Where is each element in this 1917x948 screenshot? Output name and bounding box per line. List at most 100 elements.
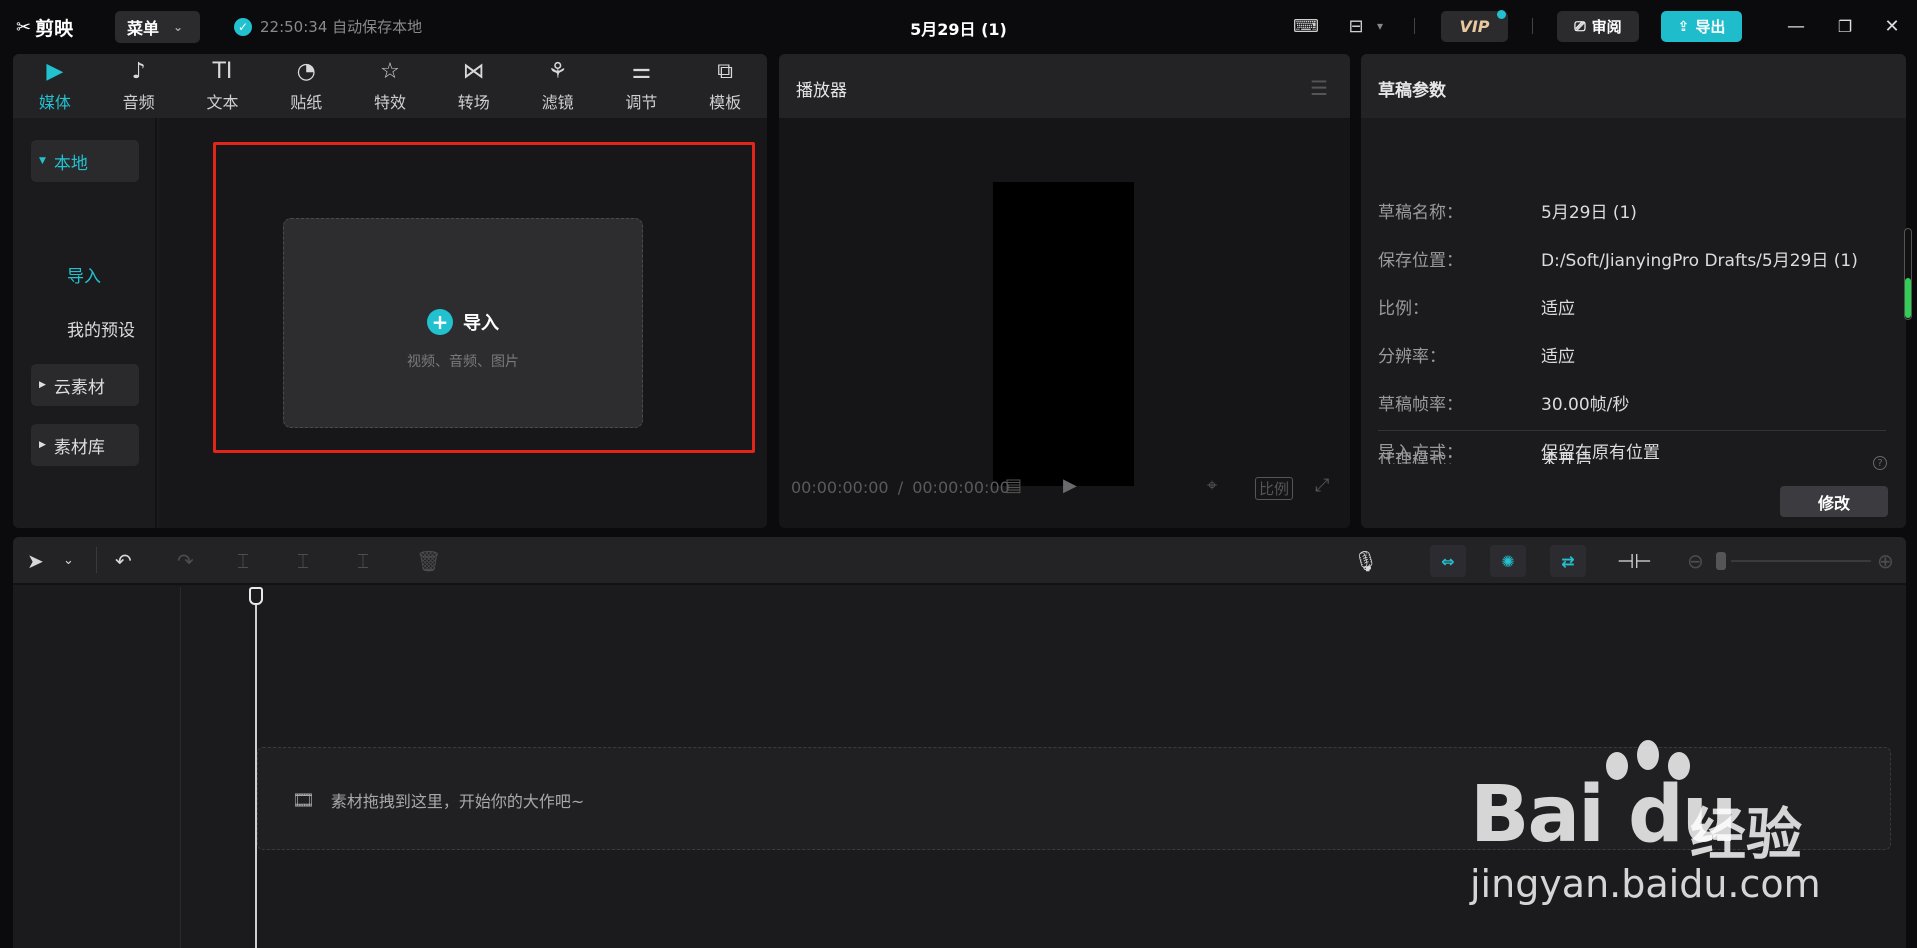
restore-icon[interactable]: ❐ xyxy=(1833,14,1857,38)
transition-icon: ⋈ xyxy=(462,59,485,84)
caret-down-icon: ▼ xyxy=(39,156,46,166)
zoom-out-icon[interactable]: ⊖ xyxy=(1687,549,1704,573)
title-bar: ✂ 剪映 菜单 ⌄ ✓ 22:50:34 自动保存本地 5月29日 (1) ⌨ … xyxy=(0,0,1917,52)
tab-media[interactable]: ▶ 媒体 xyxy=(13,54,97,118)
tool-tabs: ▶ 媒体 ♪ 音频 TI 文本 ◔ 贴纸 ☆ 特效 ⋈ 转场 ⚘ 滤镜 ⚌ 调节 ⧉ 模板 xyxy=(13,54,767,118)
auto-snap-icon[interactable]: ⇔ xyxy=(1430,545,1466,577)
sidebar-label-cloud: 云素材 xyxy=(53,377,105,398)
split-left-icon[interactable]: ⌶ xyxy=(297,549,309,573)
tab-template[interactable]: ⧉ 模板 xyxy=(683,54,767,118)
review-button[interactable]: ⎚ 审阅 xyxy=(1557,11,1639,42)
dropzone-hint: 🎞 素材拖拽到这里，开始你的大作吧~ xyxy=(292,788,584,812)
play-icon[interactable]: ▶ xyxy=(1063,475,1077,496)
import-subtitle: 视频、音频、图片 xyxy=(407,354,519,370)
keyboard-shortcuts-icon[interactable]: ⌨ xyxy=(1293,14,1319,38)
video-preview xyxy=(993,182,1134,486)
tab-label: 滤镜 xyxy=(541,93,574,112)
help-icon[interactable]: ? xyxy=(1873,456,1887,470)
split-right-icon[interactable]: ⌶ xyxy=(357,549,369,573)
param-value: 适应 xyxy=(1541,347,1575,367)
divider xyxy=(1378,430,1886,431)
param-label: 草稿帧率： xyxy=(1378,395,1463,415)
tab-sticker[interactable]: ◔ 贴纸 xyxy=(264,54,348,118)
playhead-handle[interactable] xyxy=(249,587,263,605)
linkage-icon[interactable]: ✺ xyxy=(1490,545,1526,577)
sidebar-item-import[interactable]: 导入 xyxy=(67,262,101,287)
current-time: 00:00:00:00 xyxy=(791,478,889,497)
watermark-url: jingyan.baidu.com xyxy=(1470,862,1821,906)
sidebar-item-library[interactable]: ▶ 素材库 xyxy=(31,424,139,466)
delete-icon[interactable]: 🗑 xyxy=(416,549,441,573)
export-button[interactable]: ⇪ 导出 xyxy=(1661,11,1742,42)
param-row: 分辨率： 适应 xyxy=(1378,342,1575,367)
layout-icon[interactable]: ⊟ xyxy=(1343,14,1369,38)
total-time: 00:00:00:00 xyxy=(912,478,1010,497)
tab-transition[interactable]: ⋈ 转场 xyxy=(432,54,516,118)
hamburger-menu-icon[interactable]: ☰ xyxy=(1310,76,1328,100)
film-icon: 🎞 xyxy=(292,789,315,811)
template-icon: ⧉ xyxy=(717,59,733,84)
tab-text[interactable]: TI 文本 xyxy=(181,54,265,118)
caret-right-icon: ▶ xyxy=(39,380,46,390)
modify-button[interactable]: 修改 xyxy=(1780,486,1888,517)
param-row: 保存位置： D:/Soft/JianyingPro Drafts/5月29日 (… xyxy=(1378,246,1858,271)
timeline-toolbar: ➤ ⌄ ↶ ↷ ⌶ ⌶ ⌶ 🗑 🎙 ⇔ ✺ ⇄ ⊣⊢ ⊖ ⊕ xyxy=(13,537,1906,585)
fullscreen-icon[interactable]: ⤢ xyxy=(1315,475,1329,496)
tab-label: 贴纸 xyxy=(290,93,323,112)
track-headers xyxy=(13,587,181,948)
undo-icon[interactable]: ↶ xyxy=(115,549,132,573)
timecode: 00:00:00:00 / 00:00:00:00 xyxy=(791,478,1010,497)
zoom-slider[interactable] xyxy=(1731,560,1871,562)
player-panel: 播放器 ☰ 00:00:00:00 / 00:00:00:00 ▤ ▶ ⌖ 比例… xyxy=(779,54,1350,528)
focus-icon[interactable]: ⌖ xyxy=(1207,475,1217,496)
review-icon: ⎚ xyxy=(1574,18,1586,35)
split-icon[interactable]: ⌶ xyxy=(237,549,249,573)
media-panel: ▶ 媒体 ♪ 音频 TI 文本 ◔ 贴纸 ☆ 特效 ⋈ 转场 ⚘ 滤镜 ⚌ 调节 ⧉ 模板 ▼ 本地 导入 我的预… xyxy=(13,54,767,528)
import-title: 导入 xyxy=(463,313,499,334)
close-icon[interactable]: ✕ xyxy=(1880,14,1904,38)
tab-label: 文本 xyxy=(206,93,239,112)
plus-icon: + xyxy=(427,309,453,335)
sidebar-label-local: 本地 xyxy=(53,153,88,174)
watermark-suffix: 经验 xyxy=(1690,803,1802,868)
import-button[interactable]: + 导入 xyxy=(284,309,642,335)
player-viewport xyxy=(779,118,1350,528)
microphone-icon[interactable]: 🎙 xyxy=(1353,549,1378,573)
sidebar-item-local[interactable]: ▼ 本地 xyxy=(31,140,139,182)
zoom-in-icon[interactable]: ⊕ xyxy=(1877,549,1894,573)
waveform-icon[interactable]: ▤ xyxy=(1005,475,1022,496)
tab-effects[interactable]: ☆ 特效 xyxy=(348,54,432,118)
tab-filter[interactable]: ⚘ 滤镜 xyxy=(516,54,600,118)
sidebar-item-cloud[interactable]: ▶ 云素材 xyxy=(31,364,139,406)
param-label: 比例： xyxy=(1378,299,1429,319)
divider xyxy=(96,547,97,573)
split-track-icon[interactable]: ⊣⊢ xyxy=(1617,549,1652,573)
sticker-icon: ◔ xyxy=(296,59,316,84)
param-value: 适应 xyxy=(1541,299,1575,319)
tab-adjust[interactable]: ⚌ 调节 xyxy=(599,54,683,118)
preview-axis-icon[interactable]: ⇄ xyxy=(1550,545,1586,577)
redo-icon[interactable]: ↷ xyxy=(177,549,194,573)
chevron-down-icon[interactable]: ⌄ xyxy=(63,553,74,568)
tab-audio[interactable]: ♪ 音频 xyxy=(97,54,181,118)
scrollbar-thumb[interactable] xyxy=(1905,278,1911,318)
draft-params-panel: 草稿参数 草稿名称： 5月29日 (1) 保存位置： D:/Soft/Jiany… xyxy=(1361,54,1906,528)
tab-label: 模板 xyxy=(709,93,742,112)
adjust-icon: ⚌ xyxy=(631,59,652,84)
import-dropzone[interactable]: + 导入 视频、音频、图片 xyxy=(283,218,643,428)
zoom-slider-handle[interactable] xyxy=(1716,552,1726,570)
minimize-icon[interactable]: — xyxy=(1784,14,1808,38)
vip-label: VIP xyxy=(1459,17,1490,36)
layout-chevron-down-icon[interactable]: ▾ xyxy=(1372,14,1388,38)
select-cursor-icon[interactable]: ➤ xyxy=(27,549,44,573)
ratio-button[interactable]: 比例 xyxy=(1255,477,1294,500)
param-row: 草稿名称： 5月29日 (1) xyxy=(1378,198,1637,223)
divider xyxy=(1532,18,1533,34)
sidebar-item-my-presets[interactable]: 我的预设 xyxy=(67,316,135,341)
param-row: 代理模式： 未开启 xyxy=(1378,446,1592,464)
filter-icon: ⚘ xyxy=(547,59,568,84)
player-title: 播放器 xyxy=(796,81,847,101)
param-value: D:/Soft/JianyingPro Drafts/5月29日 (1) xyxy=(1541,251,1858,271)
divider xyxy=(1414,18,1415,34)
caret-right-icon: ▶ xyxy=(39,440,46,450)
